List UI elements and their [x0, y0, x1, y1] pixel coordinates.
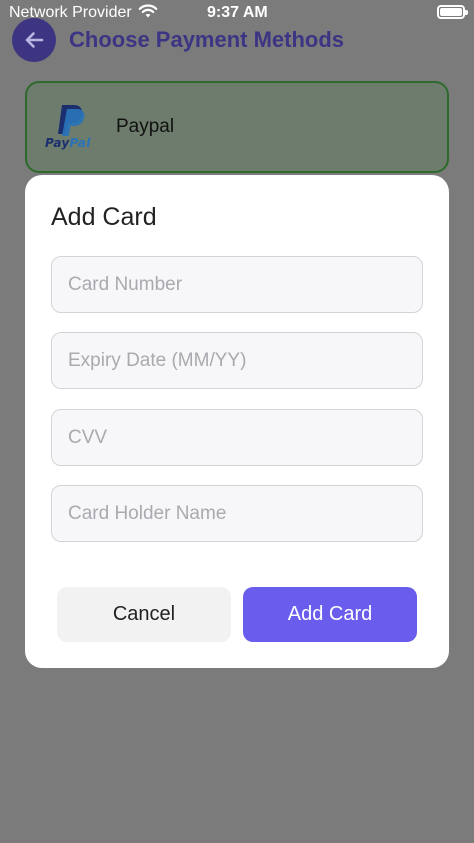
status-time: 9:37 AM: [207, 4, 268, 21]
card-number-input[interactable]: [51, 256, 423, 313]
dialog-title: Add Card: [51, 203, 157, 231]
arrow-left-icon: [25, 32, 44, 48]
battery-icon: [437, 5, 468, 19]
page-title: Choose Payment Methods: [69, 27, 345, 52]
card-holder-name-input[interactable]: [51, 485, 423, 542]
paypal-p-icon: [58, 105, 85, 136]
wifi-icon: [138, 4, 158, 18]
add-card-button[interactable]: Add Card: [243, 587, 417, 642]
add-card-dialog: Add Card Cancel Add Card: [25, 175, 449, 668]
cancel-button[interactable]: Cancel: [57, 587, 231, 642]
cvv-input[interactable]: [51, 409, 423, 466]
payment-option-label: Paypal: [116, 116, 175, 137]
paypal-wordmark: PayPal: [45, 136, 91, 150]
status-bar: Network Provider 9:37 AM: [0, 0, 474, 26]
payment-option-paypal[interactable]: PayPal Paypal: [25, 81, 449, 173]
expiry-date-input[interactable]: [51, 332, 423, 389]
back-button[interactable]: [12, 18, 56, 62]
paypal-logo: PayPal: [45, 103, 101, 155]
